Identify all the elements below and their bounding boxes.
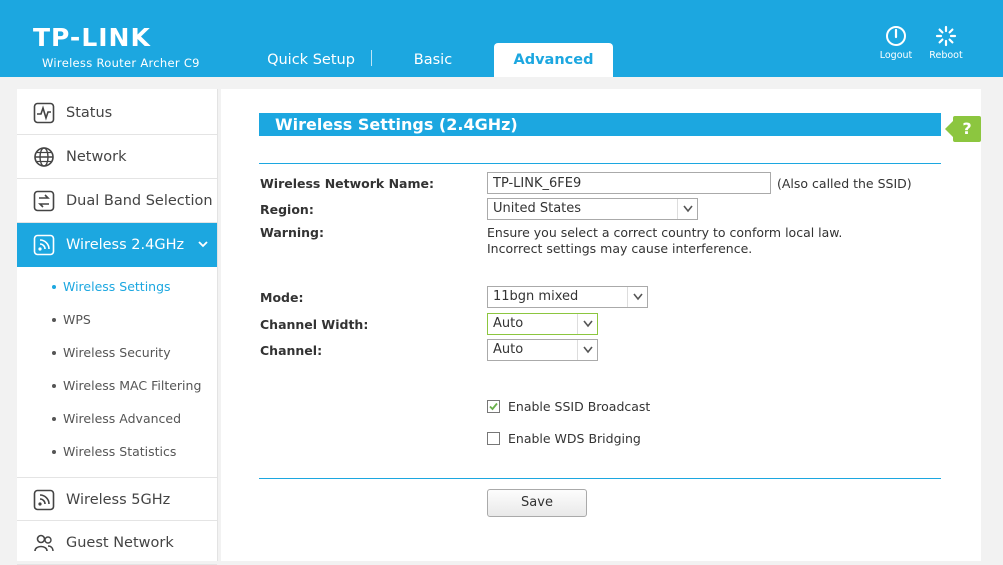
mode-select[interactable]: 11bgn mixed [487, 286, 648, 308]
bullet-icon [52, 350, 56, 355]
sidebar-item-label: Dual Band Selection [66, 193, 213, 209]
bullet-icon [52, 449, 56, 454]
reboot-icon [935, 25, 957, 47]
subnav-item-wireless-settings[interactable]: Wireless Settings [52, 270, 171, 303]
bullet-icon [52, 383, 56, 388]
bullet-icon [52, 416, 56, 421]
region-value: United States [493, 201, 582, 216]
logout-button[interactable]: Logout [876, 25, 916, 61]
sidebar-item-wireless-2-4ghz[interactable]: Wireless 2.4GHz [17, 223, 217, 267]
subnav-item-wireless-security[interactable]: Wireless Security [52, 336, 171, 369]
channel-select[interactable]: Auto [487, 339, 598, 361]
chevron-down-icon [683, 205, 693, 213]
ssid-broadcast-label: Enable SSID Broadcast [508, 399, 651, 414]
chevron-down-icon [583, 320, 593, 328]
subnav-label: Wireless Advanced [63, 411, 182, 426]
subnav-label: Wireless Settings [63, 279, 171, 294]
divider [259, 478, 941, 479]
mode-value: 11bgn mixed [493, 289, 579, 304]
sidebar-item-network[interactable]: Network [17, 135, 217, 179]
channel-width-select[interactable]: Auto [487, 313, 598, 335]
reboot-button[interactable]: Reboot [926, 25, 966, 61]
region-label: Region: [260, 202, 314, 217]
channel-width-label: Channel Width: [260, 317, 369, 332]
mode-label: Mode: [260, 290, 304, 305]
sidebar-item-guest-network[interactable]: Guest Network [17, 521, 217, 565]
wireless-icon [33, 234, 55, 256]
tab-basic[interactable]: Basic [374, 43, 492, 77]
region-select[interactable]: United States [487, 198, 698, 220]
sidebar-item-label: Status [66, 105, 113, 121]
bullet-icon [52, 317, 56, 322]
save-button[interactable]: Save [487, 489, 587, 517]
checkbox-box[interactable] [487, 400, 500, 413]
chevron-down-icon [633, 293, 643, 301]
dropdown-arrow [577, 314, 597, 334]
ssid-note: (Also called the SSID) [777, 176, 912, 191]
sidebar-item-label: Guest Network [66, 535, 174, 551]
dual-band-icon [33, 190, 55, 212]
sidebar-item-label: Network [66, 149, 127, 165]
subnav-label: Wireless MAC Filtering [63, 378, 202, 393]
sidebar-item-label: Wireless 5GHz [66, 492, 171, 508]
ssid-input[interactable] [487, 172, 771, 194]
warning-text-line1: Ensure you select a correct country to c… [487, 225, 843, 240]
divider [259, 163, 941, 164]
chevron-down-icon [198, 241, 208, 248]
warning-label: Warning: [260, 225, 324, 240]
checkmark-icon [489, 402, 498, 411]
subnav-label: WPS [63, 312, 91, 327]
page-title: Wireless Settings (2.4GHz) [259, 113, 941, 136]
dropdown-arrow [677, 199, 697, 219]
tab-quick-setup[interactable]: Quick Setup [252, 43, 370, 77]
sidebar: Status Network Dual Band Selection Wirel… [17, 89, 218, 565]
reboot-label: Reboot [929, 50, 963, 61]
router-model: Wireless Router Archer C9 [42, 56, 200, 70]
ssid-label: Wireless Network Name: [260, 176, 434, 191]
dropdown-arrow [577, 340, 597, 360]
subnav-item-wireless-mac-filtering[interactable]: Wireless MAC Filtering [52, 369, 201, 402]
subnav-label: Wireless Statistics [63, 444, 177, 459]
brand-logo: TP-LINK [33, 23, 151, 52]
sidebar-item-status[interactable]: Status [17, 91, 217, 135]
guest-icon [34, 534, 54, 552]
warning-text-line2: Incorrect settings may cause interferenc… [487, 241, 753, 256]
checkbox-box[interactable] [487, 432, 500, 445]
sidebar-item-dual-band-selection[interactable]: Dual Band Selection [17, 179, 217, 223]
subnav-item-wireless-advanced[interactable]: Wireless Advanced [52, 402, 181, 435]
sidebar-item-label: Wireless 2.4GHz [66, 237, 185, 253]
sidebar-item-wireless-5ghz[interactable]: Wireless 5GHz [17, 477, 217, 521]
bullet-icon [52, 284, 56, 289]
subnav-label: Wireless Security [63, 345, 171, 360]
chevron-down-icon [583, 346, 593, 354]
wireless-icon [33, 489, 55, 511]
tab-advanced[interactable]: Advanced [494, 43, 613, 77]
globe-icon [34, 147, 54, 167]
help-button[interactable]: ? [945, 116, 981, 142]
channel-value: Auto [493, 342, 524, 357]
tab-separator [371, 50, 372, 66]
top-header: TP-LINK Wireless Router Archer C9 Quick … [0, 0, 1003, 77]
logout-label: Logout [879, 50, 913, 61]
channel-width-value: Auto [493, 316, 524, 331]
wds-bridging-label: Enable WDS Bridging [508, 431, 641, 446]
subnav-item-wireless-statistics[interactable]: Wireless Statistics [52, 435, 176, 468]
main-content: Wireless Settings (2.4GHz) Wireless Netw… [221, 89, 981, 561]
channel-label: Channel: [260, 343, 323, 358]
subnav-item-wps[interactable]: WPS [52, 303, 91, 336]
power-icon [886, 26, 906, 46]
dropdown-arrow [627, 287, 647, 307]
status-icon [33, 102, 55, 124]
